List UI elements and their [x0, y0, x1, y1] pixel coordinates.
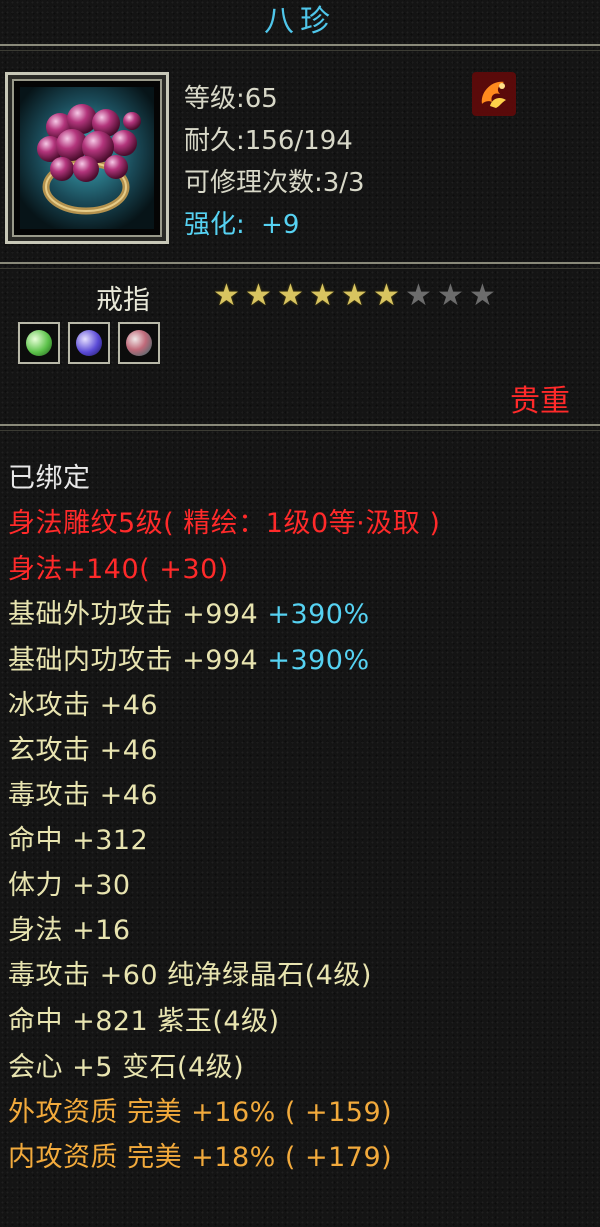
attribute-line: 身法雕纹5级( 精绘：1级0等·汲取 )	[8, 508, 441, 539]
star-filled-icon: ★	[213, 278, 240, 313]
green-gem-icon[interactable]	[18, 322, 60, 364]
attribute-line: 命中 +312	[8, 825, 149, 856]
item-repair-count: 可修理次数:3/3	[184, 168, 365, 198]
attribute-text: 基础内功攻击 +994	[8, 645, 259, 676]
bind-status: 已绑定	[8, 463, 91, 494]
star-filled-icon: ★	[277, 278, 304, 313]
star-empty-icon: ★	[437, 278, 464, 313]
divider	[0, 424, 600, 431]
item-type: 戒指	[96, 285, 150, 316]
star-filled-icon: ★	[341, 278, 368, 313]
item-icon-slot[interactable]	[5, 72, 169, 244]
star-filled-icon: ★	[373, 278, 400, 313]
item-level: 等级:65	[184, 84, 278, 114]
attribute-line: 基础外功攻击 +994 +390%	[8, 592, 370, 631]
gem-slots	[18, 322, 160, 364]
star-empty-icon: ★	[469, 278, 496, 313]
attribute-line: 毒攻击 +46	[8, 780, 159, 811]
purple-gem-icon[interactable]	[68, 322, 110, 364]
attribute-line: 基础内功攻击 +994 +390%	[8, 638, 370, 677]
star-filled-icon: ★	[309, 278, 336, 313]
attribute-line: 外攻资质 完美 +16% ( +159)	[8, 1097, 393, 1128]
attribute-percent: +390%	[258, 645, 370, 676]
item-durability: 耐久:156/194	[184, 126, 353, 156]
teal-gem-icon[interactable]	[118, 322, 160, 364]
attribute-text: 基础外功攻击 +994	[8, 599, 259, 630]
divider	[0, 262, 600, 269]
star-empty-icon: ★	[405, 278, 432, 313]
item-enhance: 强化: +9	[184, 204, 299, 241]
attribute-line: 命中 +821 紫玉(4级)	[8, 1006, 280, 1037]
attribute-line: 冰攻击 +46	[8, 690, 159, 721]
star-rating: ★ ★ ★ ★ ★ ★ ★ ★ ★	[212, 280, 497, 312]
enhance-value: +9	[261, 210, 300, 240]
rarity-label: 贵重	[510, 384, 570, 419]
star-filled-icon: ★	[245, 278, 272, 313]
ring-icon	[20, 87, 154, 229]
attribute-line: 身法 +16	[8, 915, 131, 946]
enhance-label: 强化:	[184, 210, 245, 240]
attribute-line: 内攻资质 完美 +18% ( +179)	[8, 1142, 393, 1173]
fire-bird-icon	[472, 72, 516, 116]
attribute-line: 体力 +30	[8, 870, 131, 901]
item-name: 八珍	[264, 4, 336, 39]
attribute-line: 身法+140( +30)	[8, 554, 229, 585]
attribute-percent: +390%	[258, 599, 370, 630]
attribute-line: 玄攻击 +46	[8, 735, 159, 766]
divider	[0, 44, 600, 51]
attribute-line: 会心 +5 变石(4级)	[8, 1052, 245, 1083]
attribute-line: 毒攻击 +60 纯净绿晶石(4级)	[8, 960, 372, 991]
